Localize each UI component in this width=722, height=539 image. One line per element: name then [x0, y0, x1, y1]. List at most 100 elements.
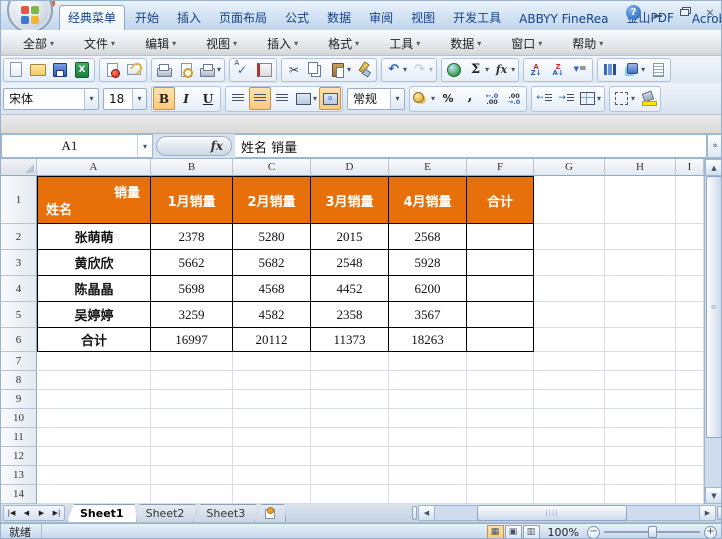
normal-view-button[interactable]: ▦ — [487, 525, 504, 539]
cell-A5[interactable]: 吴婷婷 — [37, 302, 151, 328]
chevron-down-icon[interactable]: ▾ — [511, 65, 515, 74]
chevron-down-icon[interactable]: ▾ — [641, 65, 645, 74]
cell-D3[interactable]: 2548 — [311, 250, 389, 276]
scroll-right-button[interactable]: ▶ — [699, 505, 716, 521]
row-header-7[interactable]: 7 — [1, 352, 37, 371]
cell-H12[interactable] — [605, 447, 676, 466]
cell-C5[interactable]: 4582 — [233, 302, 311, 328]
horizontal-scroll-track-right[interactable] — [627, 505, 699, 521]
chevron-down-icon[interactable]: ▾ — [631, 94, 635, 103]
research-button[interactable] — [253, 59, 275, 80]
cell-H3[interactable] — [605, 250, 676, 276]
row-header-9[interactable]: 9 — [1, 390, 37, 409]
window-split-handle[interactable] — [717, 506, 722, 520]
row-header-1[interactable]: 1 — [1, 176, 37, 224]
zoom-slider-handle[interactable] — [648, 526, 657, 538]
row-header-3[interactable]: 3 — [1, 250, 37, 276]
cell-C4[interactable]: 4568 — [233, 276, 311, 302]
chevron-down-icon[interactable]: ▾ — [347, 65, 351, 74]
format-painter-button[interactable] — [353, 59, 375, 80]
cell-B14[interactable] — [151, 485, 233, 504]
chevron-down-icon[interactable]: ▾ — [597, 94, 601, 103]
increase-indent-button[interactable] — [555, 87, 577, 110]
menu-帮助[interactable]: 帮助▾ — [560, 33, 615, 54]
cell-E12[interactable] — [389, 447, 467, 466]
align-center-button[interactable] — [249, 87, 271, 110]
font-size-combo[interactable]: 18▾ — [103, 88, 147, 110]
cell-G11[interactable] — [534, 428, 605, 447]
cell-F3[interactable] — [467, 250, 534, 276]
chevron-down-icon[interactable]: ▾ — [217, 65, 221, 74]
cell-B6[interactable]: 16997 — [151, 328, 233, 352]
cell-I13[interactable] — [676, 466, 704, 485]
cell-E9[interactable] — [389, 390, 467, 409]
cell-E5[interactable]: 3567 — [389, 302, 467, 328]
chevron-down-icon[interactable]: ▾ — [485, 65, 489, 74]
next-sheet-button[interactable]: ▶ — [34, 506, 49, 520]
prev-sheet-button[interactable]: ◀ — [19, 506, 34, 520]
help-icon[interactable]: ? — [626, 5, 641, 20]
restore-button[interactable] — [675, 6, 693, 20]
reading-layout-button[interactable] — [647, 59, 669, 80]
cell-A10[interactable] — [37, 409, 151, 428]
cell-E7[interactable] — [389, 352, 467, 371]
cell-A8[interactable] — [37, 371, 151, 390]
name-box[interactable]: A1 ▾ — [1, 134, 153, 158]
minimize-button[interactable] — [649, 6, 667, 20]
percent-button[interactable]: % — [437, 87, 459, 110]
sort-ascending-button[interactable] — [525, 59, 547, 80]
formula-input[interactable]: 姓名 销量 — [235, 134, 707, 158]
row-header-14[interactable]: 14 — [1, 485, 37, 504]
row-header-12[interactable]: 12 — [1, 447, 37, 466]
cell-F13[interactable] — [467, 466, 534, 485]
first-sheet-button[interactable]: |◀ — [4, 506, 19, 520]
font-name-combo[interactable]: 宋体▾ — [3, 88, 99, 110]
cell-I14[interactable] — [676, 485, 704, 504]
cell-H10[interactable] — [605, 409, 676, 428]
last-sheet-button[interactable]: ▶| — [49, 506, 64, 520]
cell-I5[interactable] — [676, 302, 704, 328]
ribbon-tab-页面布局[interactable]: 页面布局 — [211, 6, 275, 30]
row-header-6[interactable]: 6 — [1, 328, 37, 352]
row-header-5[interactable]: 5 — [1, 302, 37, 328]
cell-G9[interactable] — [534, 390, 605, 409]
align-left-button[interactable] — [227, 87, 249, 110]
cell-A9[interactable] — [37, 390, 151, 409]
cell-H5[interactable] — [605, 302, 676, 328]
hyperlink-button[interactable] — [443, 59, 465, 80]
column-header-B[interactable]: B — [151, 159, 233, 176]
cell-A1[interactable]: 销量姓名 — [37, 176, 151, 224]
cell-A4[interactable]: 陈晶晶 — [37, 276, 151, 302]
cell-G14[interactable] — [534, 485, 605, 504]
table-autoformat-button[interactable]: ▾ — [577, 87, 603, 110]
cell-A6[interactable]: 合计 — [37, 328, 151, 352]
cell-C6[interactable]: 20112 — [233, 328, 311, 352]
cell-F10[interactable] — [467, 409, 534, 428]
spell-check-button[interactable]: ✓ — [231, 59, 253, 80]
menu-全部[interactable]: 全部▾ — [11, 33, 66, 54]
cell-C10[interactable] — [233, 409, 311, 428]
ribbon-tab-数据[interactable]: 数据 — [319, 6, 359, 30]
tab-split-handle[interactable] — [412, 506, 417, 520]
cell-D7[interactable] — [311, 352, 389, 371]
cell-I6[interactable] — [676, 328, 704, 352]
redo-button[interactable]: ↷▾ — [409, 59, 435, 80]
cell-D14[interactable] — [311, 485, 389, 504]
cell-E14[interactable] — [389, 485, 467, 504]
vertical-scroll-thumb[interactable]: ≡ — [706, 176, 722, 438]
cell-A7[interactable] — [37, 352, 151, 371]
insert-function-button[interactable]: fx▾ — [491, 59, 517, 80]
cell-F7[interactable] — [467, 352, 534, 371]
vertical-scrollbar[interactable]: ▲ ≡ ▼ — [704, 159, 722, 504]
chevron-down-icon[interactable]: ▾ — [390, 89, 404, 109]
select-all-corner[interactable] — [1, 159, 37, 176]
horizontal-scroll-thumb[interactable]: |||| — [477, 505, 627, 521]
cell-D12[interactable] — [311, 447, 389, 466]
cell-F2[interactable] — [467, 224, 534, 250]
cell-H6[interactable] — [605, 328, 676, 352]
zoom-in-button[interactable]: + — [704, 526, 717, 539]
cell-D8[interactable] — [311, 371, 389, 390]
cell-I9[interactable] — [676, 390, 704, 409]
cell-F14[interactable] — [467, 485, 534, 504]
cell-B1[interactable]: 1月销量 — [151, 176, 233, 224]
